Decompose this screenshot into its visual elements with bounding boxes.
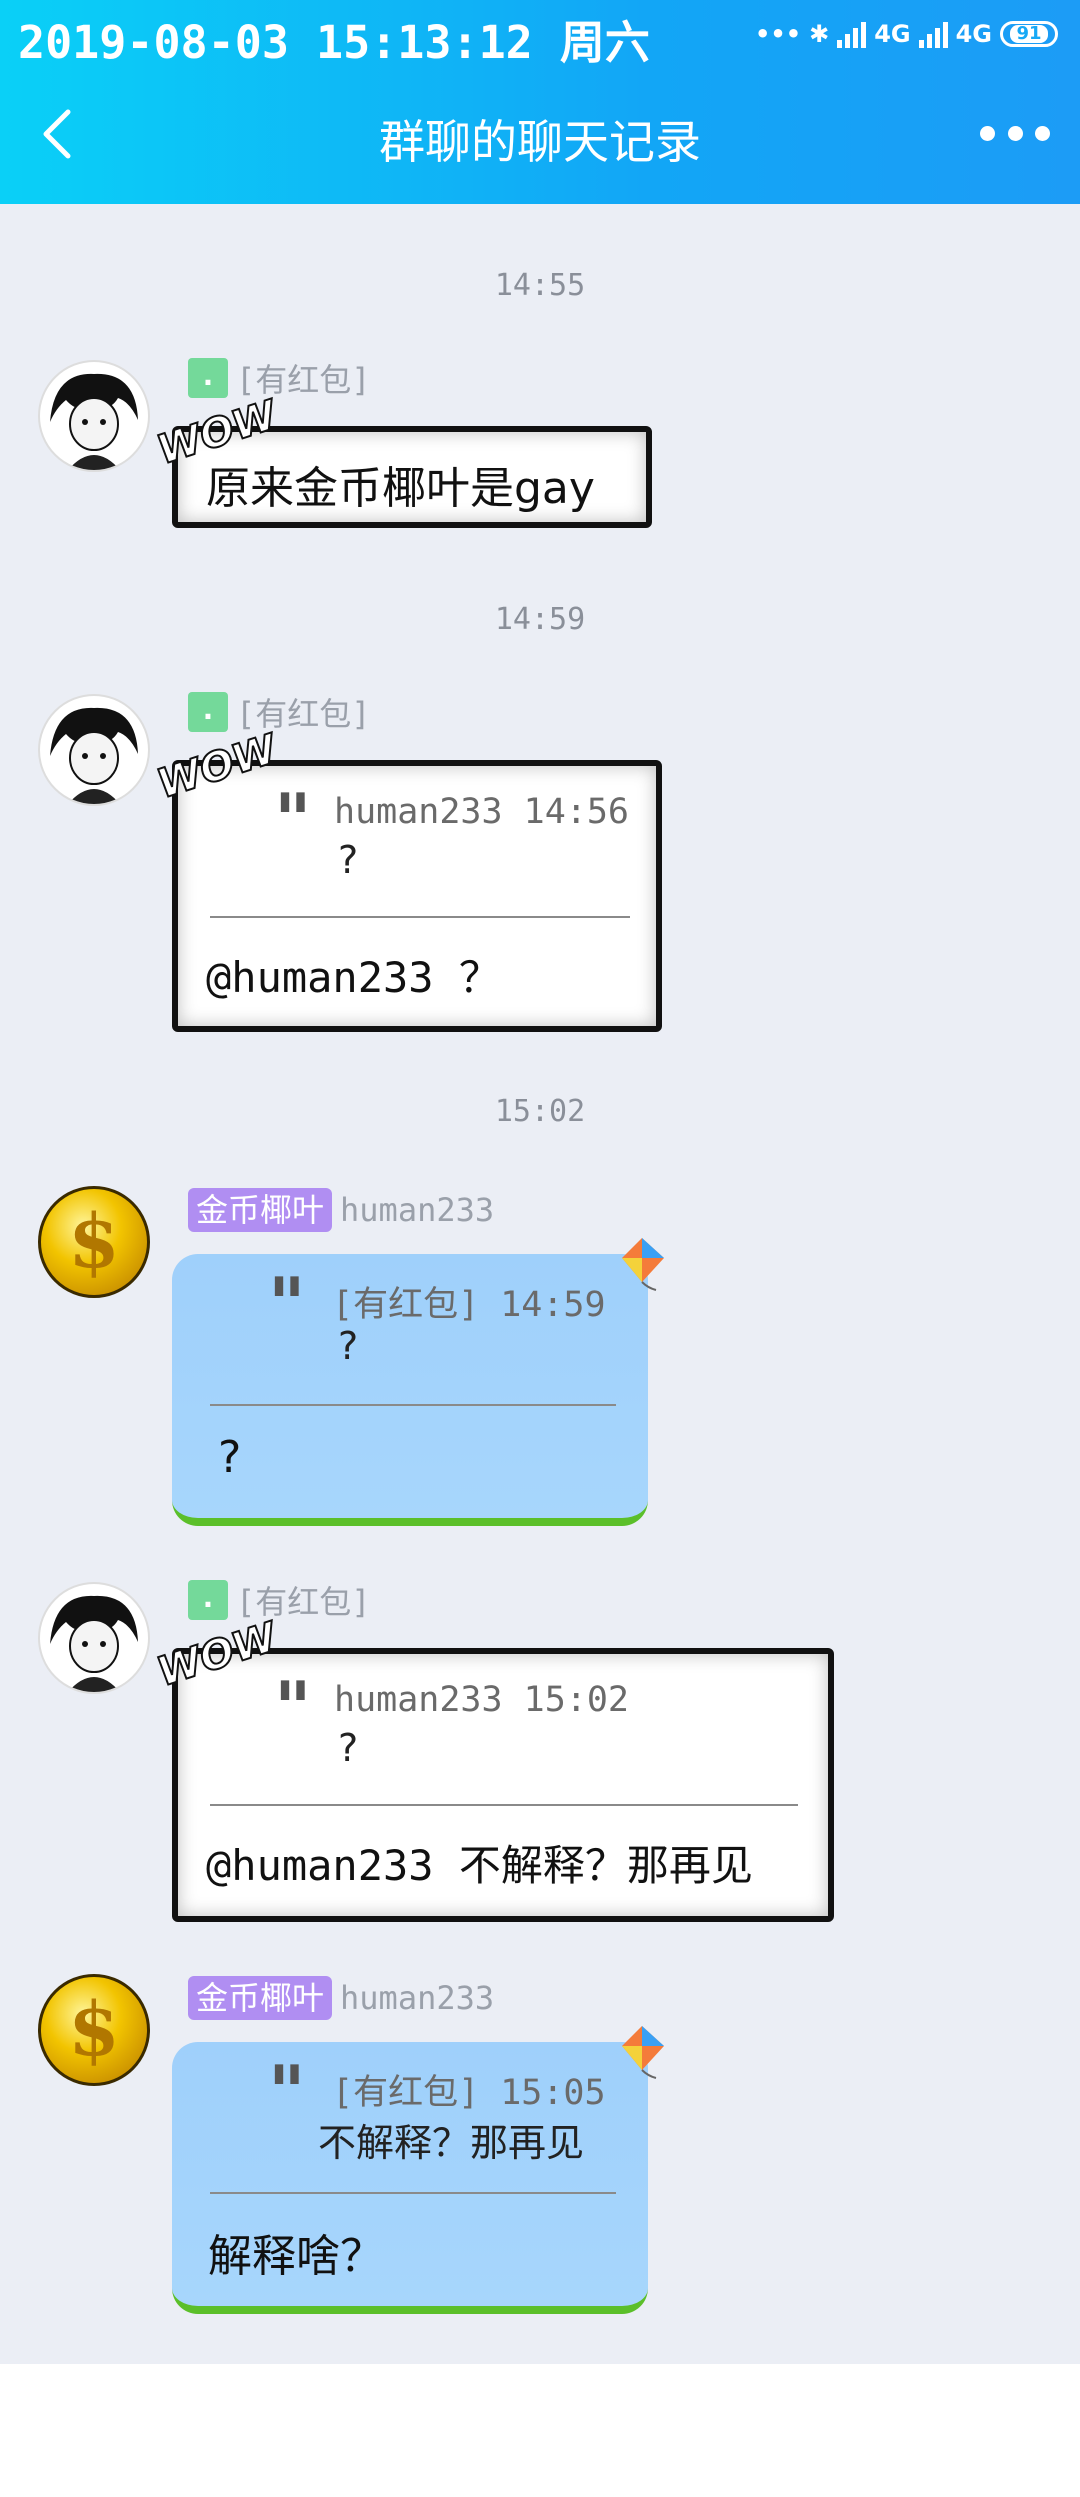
bottom-area — [0, 2364, 1080, 2497]
sender-name[interactable]: human233 — [340, 1979, 494, 2017]
quote-text: ? — [338, 838, 359, 882]
battery-level: 91 — [1010, 25, 1048, 43]
divider — [210, 1404, 616, 1406]
dot-icon — [1035, 125, 1050, 141]
sender-name[interactable]: [有红包] — [236, 355, 371, 401]
message-text: 解释啥？ — [208, 2231, 384, 2282]
sender-name[interactable]: human233 — [340, 1191, 494, 1229]
sender-name[interactable]: [有红包] — [236, 689, 371, 735]
dollar-coin-icon: $ — [68, 1199, 120, 1285]
avatar[interactable] — [38, 694, 150, 806]
sender-name[interactable]: [有红包] — [236, 1577, 371, 1623]
message-text: @human233 ？ — [206, 953, 501, 1002]
wow-decoration-icon: WOW — [151, 1613, 283, 1697]
chat-history[interactable]: 14:55 . [有红包] WOW 原来金币椰叶是gay 14:59 . [有红… — [0, 204, 1080, 2364]
quote-text: ? — [338, 1726, 359, 1770]
sender-row: 金币椰叶 human233 — [188, 1976, 494, 2020]
divider — [210, 1804, 798, 1806]
quote-icon: " — [274, 1665, 312, 1750]
status-bar: 2019-08-03 15:13:12 周六 ••• ✱ 4G 4G 91 — [0, 0, 1080, 72]
divider — [210, 916, 630, 918]
signal-icon — [837, 20, 867, 48]
message-bubble[interactable]: WOW " human233 15:02 ? @human233 不解释？那再见 — [151, 1613, 834, 1922]
dollar-coin-icon: $ — [68, 1987, 120, 2073]
divider — [210, 2192, 616, 2194]
quote-meta: [有红包] 14:59 — [332, 1285, 606, 1325]
dot-icon — [1007, 125, 1023, 141]
avatar[interactable]: $ — [38, 1974, 150, 2086]
message-text: 原来金币椰叶是gay — [206, 463, 595, 514]
member-badge: 金币椰叶 — [188, 1976, 333, 2020]
avatar[interactable]: $ — [38, 1186, 150, 1298]
avatar[interactable] — [38, 1582, 150, 1694]
network-label: 4G — [874, 20, 911, 48]
quote-icon: " — [268, 1261, 306, 1346]
avatar[interactable] — [38, 360, 150, 472]
wow-decoration-icon: WOW — [151, 725, 283, 809]
message-bubble[interactable]: " [有红包] 15:05 不解释？那再见 解释啥？ — [172, 2026, 664, 2314]
more-notifications-icon: ••• — [755, 20, 802, 48]
message-bubble[interactable]: " [有红包] 14:59 ? ? — [172, 1238, 664, 1526]
kite-icon — [622, 1238, 664, 1291]
message-bubble[interactable]: WOW " human233 14:56 ? @human233 ？ — [151, 725, 662, 1032]
sender-row: . [有红包] — [188, 690, 371, 734]
bluetooth-icon: ✱ — [809, 20, 830, 48]
quote-meta: human233 14:56 — [334, 792, 630, 832]
sender-row: . [有红包] — [188, 356, 371, 400]
member-badge: . — [188, 1580, 228, 1620]
quote-icon: " — [268, 2049, 306, 2134]
network-label-2: 4G — [955, 20, 992, 48]
quote-meta: human233 15:02 — [334, 1680, 630, 1720]
message-text: @human233 不解释？那再见 — [206, 1841, 753, 1890]
navbar: 群聊的聊天记录 — [0, 92, 1080, 182]
sender-row: 金币椰叶 human233 — [188, 1188, 494, 1232]
more-button[interactable] — [980, 108, 1050, 158]
quote-meta: [有红包] 15:05 — [332, 2073, 606, 2113]
signal-icon-2 — [918, 20, 948, 48]
member-badge: 金币椰叶 — [188, 1188, 333, 1232]
member-badge: . — [188, 692, 228, 732]
message-bubble[interactable]: WOW 原来金币椰叶是gay — [151, 391, 652, 528]
quote-text: ? — [338, 1324, 359, 1368]
member-badge: . — [188, 358, 228, 398]
timestamp: 15:02 — [494, 1094, 586, 1129]
dot-icon — [980, 125, 995, 141]
quote-icon: " — [274, 777, 312, 862]
sender-row: . [有红包] — [188, 1578, 371, 1622]
quote-text: 不解释？那再见 — [318, 2121, 585, 2165]
timestamp: 14:59 — [494, 602, 586, 637]
page-title: 群聊的聊天记录 — [379, 115, 701, 169]
kite-icon — [622, 2026, 664, 2079]
header: 2019-08-03 15:13:12 周六 ••• ✱ 4G 4G 91 群聊… — [0, 0, 1080, 204]
status-icons: ••• ✱ 4G 4G 91 — [755, 12, 1058, 56]
status-time: 2019-08-03 15:13:12 周六 — [18, 16, 650, 69]
battery-icon: 91 — [1000, 21, 1058, 47]
timestamp: 14:55 — [494, 268, 586, 303]
message-text: ? — [218, 1432, 242, 1483]
